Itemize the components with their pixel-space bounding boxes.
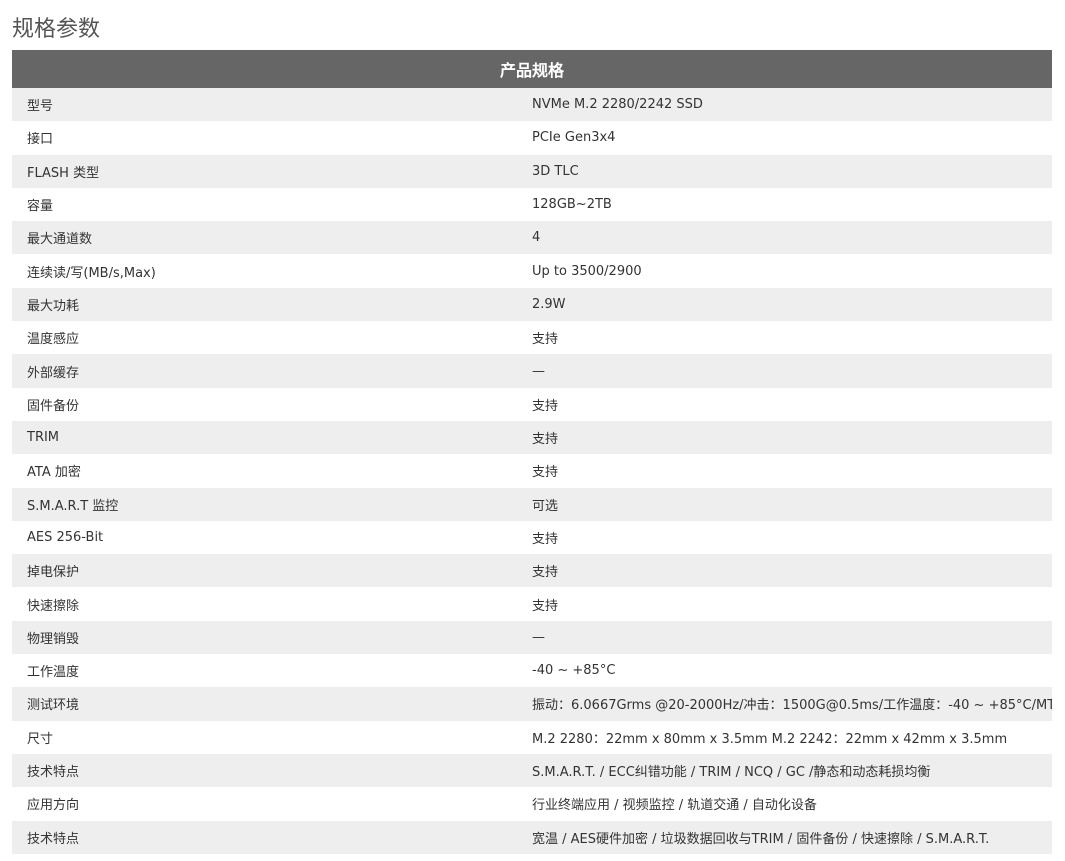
table-row: 应用方向 行业终端应用 / 视频监控 / 轨道交通 / 自动化设备 [12,787,1052,821]
spec-value: NVMe M.2 2280/2242 SSD [532,88,1052,122]
table-row: TRIM 支持 [12,420,1052,455]
spec-label: 技术特点 [12,820,532,854]
spec-value: 支持 [532,420,1052,455]
spec-table-body: 型号 NVMe M.2 2280/2242 SSD 接口 PCIe Gen3x4 FLA… [12,88,1052,854]
spec-table: 产品规格 型号 NVMe M.2 2280/2242 SSD 接口 PCIe Gen3… [12,50,1052,854]
table-row: 技术特点 S.M.A.R.T. / ECC纠错功能 / TRIM / NCQ / … [12,753,1052,788]
spec-label: 最大通道数 [12,221,532,255]
spec-value: 振动：6.0667Grms @20-2000Hz/冲击：1500G@0.5ms/… [532,687,1052,721]
spec-label: 型号 [12,88,532,122]
table-row: 测试环境 振动：6.0667Grms @20-2000Hz/冲击：1500G@0.… [12,687,1052,721]
spec-label: S.M.A.R.T 监控 [12,487,532,521]
spec-label: 外部缓存 [12,354,532,388]
table-row: AES 256-Bit 支持 [12,520,1052,555]
table-row: 最大功耗 2.9W [12,287,1052,322]
spec-value: 支持 [532,554,1052,588]
spec-value: 2.9W [532,287,1052,322]
spec-value: 宽温 / AES硬件加密 / 垃圾数据回收与TRIM / 固件备份 / 快速擦除… [532,820,1052,854]
table-row: 技术特点 宽温 / AES硬件加密 / 垃圾数据回收与TRIM / 固件备份 / … [12,820,1052,854]
spec-value: — [532,354,1052,388]
spec-label: ATA 加密 [12,454,532,488]
spec-label: TRIM [12,420,532,455]
page-title: 规格参数 [12,17,101,42]
spec-value: 行业终端应用 / 视频监控 / 轨道交通 / 自动化设备 [532,787,1052,821]
spec-value: 支持 [532,454,1052,488]
table-row: 物理销毁 — [12,620,1052,655]
spec-label: FLASH 类型 [12,154,532,188]
table-row: 连续读/写(MB/s,Max) Up to 3500/2900 [12,254,1052,288]
spec-value: 支持 [532,321,1052,355]
spec-value: 128GB~2TB [532,187,1052,222]
spec-value: PCIe Gen3x4 [532,121,1052,155]
spec-label: AES 256-Bit [12,520,532,555]
table-row: 掉电保护 支持 [12,554,1052,588]
table-row: 接口 PCIe Gen3x4 [12,121,1052,155]
spec-label: 接口 [12,121,532,155]
table-row: S.M.A.R.T 监控 可选 [12,487,1052,521]
spec-value: Up to 3500/2900 [532,254,1052,288]
spec-value: M.2 2280：22mm x 80mm x 3.5mm M.2 2242：22… [532,720,1052,754]
spec-label: 连续读/写(MB/s,Max) [12,254,532,288]
spec-value: — [532,620,1052,655]
spec-label: 应用方向 [12,787,532,821]
table-header-row: 产品规格 [12,50,1052,88]
table-row: 型号 NVMe M.2 2280/2242 SSD [12,88,1052,122]
spec-label: 温度感应 [12,321,532,355]
spec-label: 尺寸 [12,720,532,754]
table-row: 温度感应 支持 [12,321,1052,355]
table-row: 外部缓存 — [12,354,1052,388]
spec-value: 4 [532,221,1052,255]
spec-label: 工作温度 [12,654,532,688]
spec-label: 快速擦除 [12,587,532,621]
spec-label: 固件备份 [12,387,532,421]
spec-value: 支持 [532,587,1052,621]
spec-value: 可选 [532,487,1052,521]
spec-label: 容量 [12,187,532,222]
table-header: 产品规格 [12,50,1052,88]
table-row: 固件备份 支持 [12,387,1052,421]
spec-label: 测试环境 [12,687,532,721]
spec-value: 支持 [532,520,1052,555]
spec-label: 掉电保护 [12,554,532,588]
table-row: 工作温度 -40 ~ +85°C [12,654,1052,688]
table-row: 最大通道数 4 [12,221,1052,255]
spec-label: 技术特点 [12,753,532,788]
table-row: ATA 加密 支持 [12,454,1052,488]
spec-value: 3D TLC [532,154,1052,188]
table-row: FLASH 类型 3D TLC [12,154,1052,188]
spec-label: 物理销毁 [12,620,532,655]
spec-value: -40 ~ +85°C [532,654,1052,688]
table-row: 尺寸 M.2 2280：22mm x 80mm x 3.5mm M.2 2242：… [12,720,1052,754]
spec-label: 最大功耗 [12,287,532,322]
table-row: 容量 128GB~2TB [12,187,1052,222]
spec-value: S.M.A.R.T. / ECC纠错功能 / TRIM / NCQ / GC /… [532,753,1052,788]
table-row: 快速擦除 支持 [12,587,1052,621]
spec-value: 支持 [532,387,1052,421]
